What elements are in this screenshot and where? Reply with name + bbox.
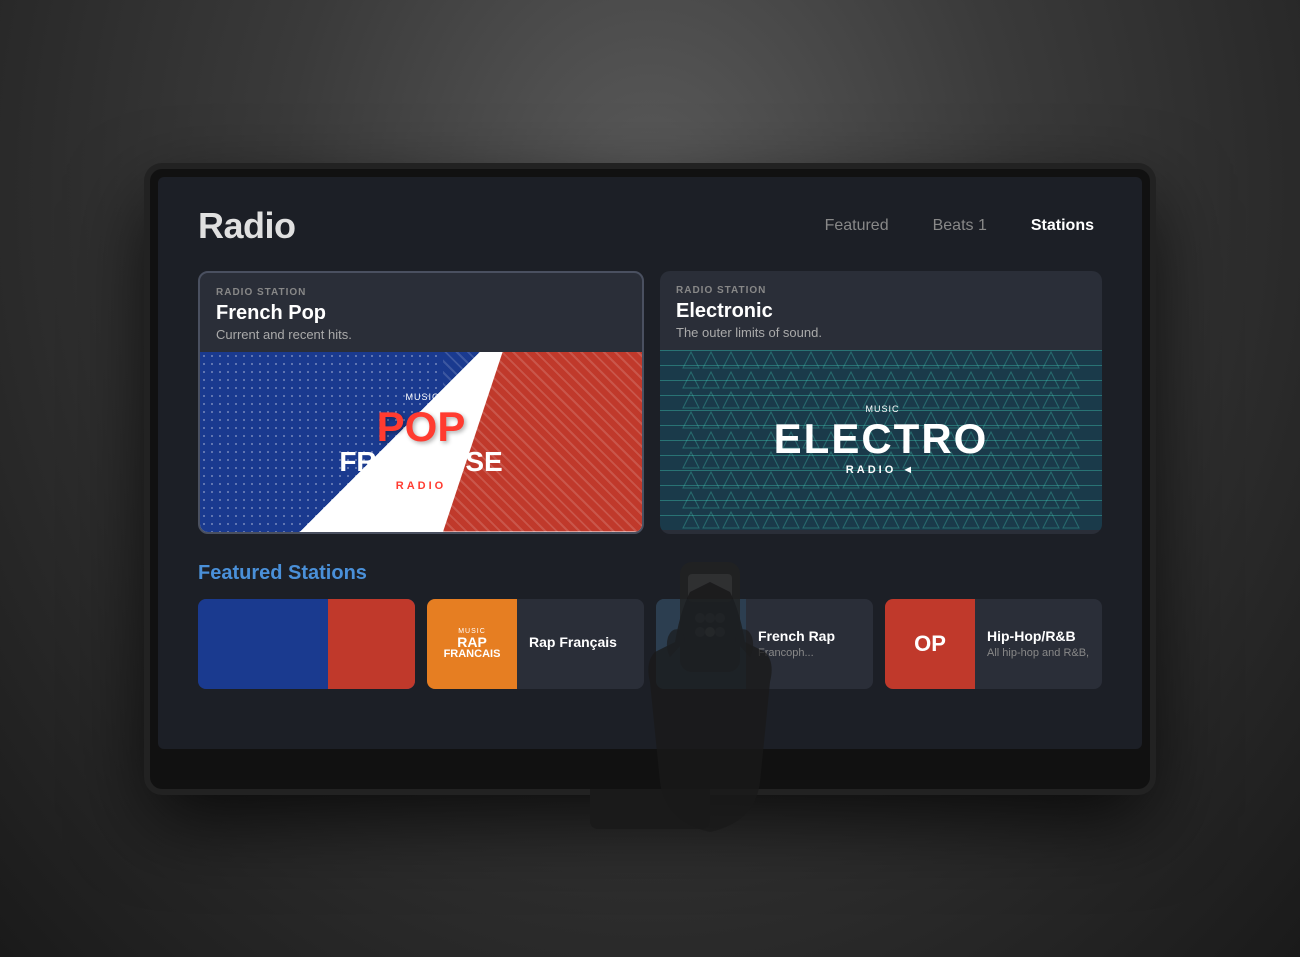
featured-stations-row: French Pop Current and recent hits. MUSI… [198,599,1102,689]
hiphop-art-text: OP [914,631,946,657]
featured-french-rap[interactable]: French Rap Francoph... [656,599,873,689]
featured-french-pop[interactable]: French Pop Current and recent hits. [198,599,415,689]
featured-hiphop-subtitle: All hip-hop and R&B, [987,647,1089,659]
featured-section-title: Featured Stations [198,562,1102,585]
electronic-card[interactable]: RADIO STATION Electronic The outer limit… [660,271,1102,534]
featured-rap-thumb: MUSIC RAP FRANCAIS [427,599,517,689]
fp-text-container: MUSIC POP FRANÇAISE RADIO [339,392,502,492]
featured-rap-title: Rap Français [529,634,617,650]
featured-fp-thumb [198,599,415,689]
main-cards-row: RADIO STATION French Pop Current and rec… [198,271,1102,534]
fp-stripe [328,599,415,689]
french-pop-artwork: MUSIC POP FRANÇAISE RADIO [200,352,642,532]
rap-title-art: RAP [444,635,501,649]
electronic-title: Electronic [676,300,1086,323]
featured-hiphop-info: Hip-Hop/R&B All hip-hop and R&B, [975,599,1101,689]
featured-hiphop-title: Hip-Hop/R&B [987,628,1089,644]
rap-artwork: MUSIC RAP FRANCAIS [427,599,517,689]
featured-french-rap-title: French Rap [758,628,835,644]
tab-stations[interactable]: Stations [1023,213,1102,239]
rap-subtitle-art: FRANCAIS [444,649,501,660]
tv-stand [590,789,710,829]
fp-francaise-text: FRANÇAISE [339,448,502,476]
featured-hiphop-thumb: OP [885,599,975,689]
tab-featured[interactable]: Featured [817,213,897,239]
french-pop-card[interactable]: RADIO STATION French Pop Current and rec… [198,271,644,534]
header: Radio Featured Beats 1 Stations [198,205,1102,247]
electronic-subtitle: The outer limits of sound. [676,325,1086,340]
featured-rap-francais[interactable]: MUSIC RAP FRANCAIS Rap Français [427,599,644,689]
app-title: Radio [198,205,296,247]
french-pop-subtitle: Current and recent hits. [216,327,626,342]
nav-tabs: Featured Beats 1 Stations [817,213,1102,239]
electro-apple-music-label: MUSIC [774,404,989,414]
tab-beats1[interactable]: Beats 1 [925,213,995,239]
featured-french-rap-info: French Rap Francoph... [746,599,847,689]
featured-stations-section: Featured Stations French Pop Current and… [198,562,1102,689]
fp-pop-text: POP [339,406,502,448]
tv-screen: Radio Featured Beats 1 Stations RADIO ST… [158,177,1142,749]
electro-title-text: ELECTRO [774,418,989,460]
french-pop-info: RADIO STATION French Pop Current and rec… [200,273,642,352]
electronic-info: RADIO STATION Electronic The outer limit… [660,271,1102,350]
electro-artwork: MUSIC ELECTRO RADIO ◄ [660,350,1102,530]
featured-french-rap-thumb [656,599,746,689]
fp-radio-text: RADIO [339,480,502,492]
electro-radio-text: RADIO ◄ [774,464,989,476]
french-pop-title: French Pop [216,302,626,325]
fp-apple-music-label: MUSIC [339,392,502,402]
featured-hiphop[interactable]: OP Hip-Hop/R&B All hip-hop and R&B, [885,599,1102,689]
rap-text: MUSIC RAP FRANCAIS [444,628,501,660]
featured-rap-info: Rap Français [517,599,629,689]
tv-unit: Radio Featured Beats 1 Stations RADIO ST… [150,169,1150,789]
french-pop-label: RADIO STATION [216,287,626,298]
electronic-label: RADIO STATION [676,285,1086,296]
featured-french-rap-subtitle: Francoph... [758,647,835,659]
electro-text-container: MUSIC ELECTRO RADIO ◄ [774,404,989,476]
